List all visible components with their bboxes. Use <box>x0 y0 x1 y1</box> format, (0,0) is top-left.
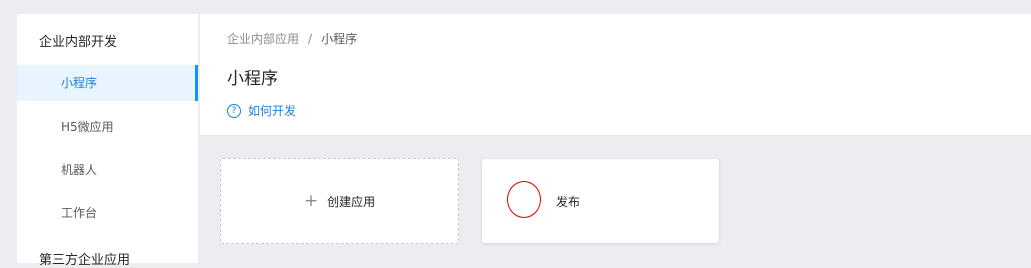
sidebar-item-robot[interactable]: 机器人 <box>17 152 198 188</box>
sidebar-group-third-party[interactable]: 第三方企业应用 <box>39 249 130 268</box>
breadcrumb-link[interactable]: 企业内部应用 <box>227 32 299 46</box>
breadcrumb: 企业内部应用 / 小程序 <box>227 30 357 47</box>
how-to-develop-label: 如何开发 <box>248 104 297 118</box>
sidebar-item-label: 机器人 <box>61 163 98 177</box>
sidebar-group-internal[interactable]: 企业内部开发 <box>39 31 117 50</box>
sidebar-item-workbench[interactable]: 工作台 <box>17 195 198 231</box>
question-circle-icon: ? <box>227 103 241 118</box>
page-header: 企业内部应用 / 小程序 小程序 ? 如何开发 <box>200 14 1031 136</box>
sidebar-item-label: 工作台 <box>61 206 98 220</box>
sidebar-item-label: 小程序 <box>61 76 98 90</box>
sidebar-item-h5[interactable]: H5微应用 <box>17 109 198 145</box>
breadcrumb-current: 小程序 <box>321 32 358 46</box>
sidebar-item-label: H5微应用 <box>61 120 114 134</box>
create-app-button[interactable]: + 创建应用 <box>220 158 459 244</box>
app-name: 发布 <box>556 195 581 209</box>
app-card[interactable]: 发布 <box>482 159 719 243</box>
sidebar-item-miniprogram[interactable]: 小程序 <box>17 65 198 101</box>
page-title: 小程序 <box>227 69 278 89</box>
breadcrumb-separator: / <box>308 32 313 46</box>
plus-icon: + <box>303 190 319 211</box>
create-app-label: 创建应用 <box>327 194 376 209</box>
app-logo <box>507 181 541 218</box>
how-to-develop-link[interactable]: ? 如何开发 <box>227 102 296 119</box>
sidebar: 企业内部开发 小程序 H5微应用 机器人 工作台 第三方企业应用 <box>17 14 198 268</box>
